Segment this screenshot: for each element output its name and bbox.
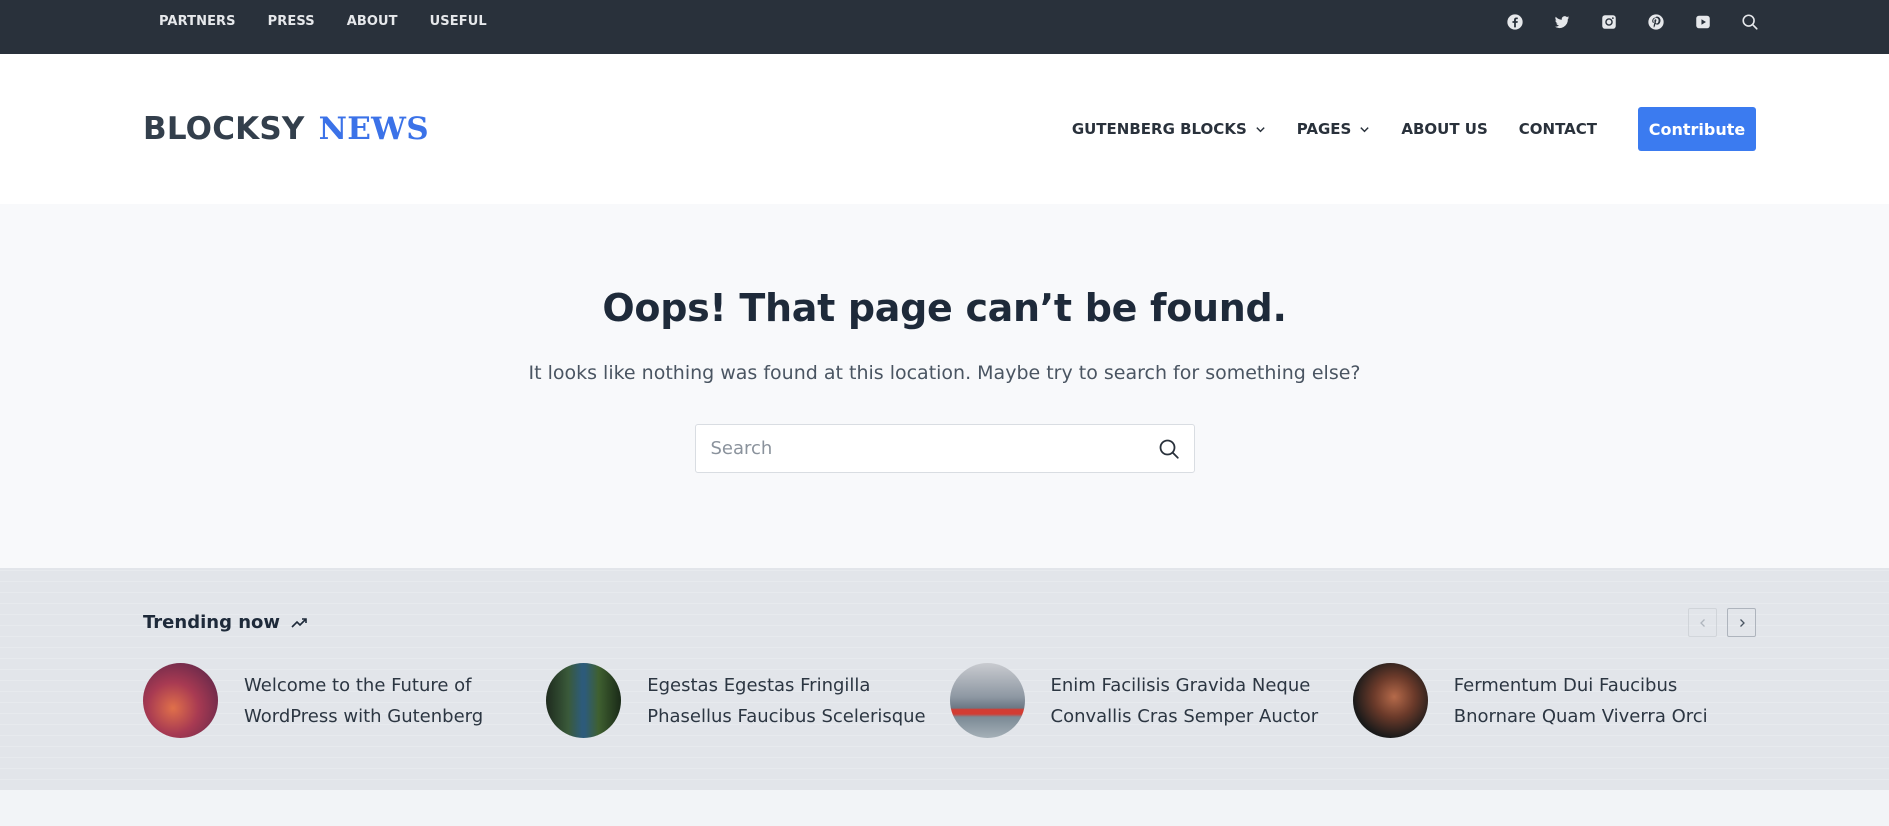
chevron-down-icon [1255,124,1266,135]
search-form [694,424,1195,473]
nav-item-label: GUTENBERG BLOCKS [1071,120,1247,138]
trending-up-icon [290,614,308,632]
trending-title-line: WordPress with Gutenberg [244,705,484,727]
trending-title-line: Enim Facilisis Gravida Neque [1050,674,1311,696]
pinterest-icon[interactable] [1647,13,1665,31]
nav-item-label: PAGES [1296,120,1352,138]
contribute-button[interactable]: Contribute [1638,107,1756,151]
nav-item-contact[interactable]: CONTACT [1519,120,1597,138]
instagram-icon[interactable] [1600,13,1618,31]
not-found-message: It looks like nothing was found at this … [528,362,1361,384]
top-nav-useful[interactable]: USEFUL [430,0,487,44]
trending-item[interactable]: Fermentum Dui Faucibus Bnornare Quam Viv… [1352,663,1756,738]
top-nav-partners[interactable]: PARTNERS [159,0,236,44]
logo-news: NEWS [318,111,429,147]
trending-title: Trending now [143,612,308,633]
trending-title-line: Fermentum Dui Faucibus [1453,674,1678,696]
trending-item-title[interactable]: Egestas Egestas Fringilla Phasellus Fauc… [647,670,925,732]
nav-item-about-us[interactable]: ABOUT US [1401,120,1487,138]
carousel-controls [1688,608,1756,637]
trending-title-text: Trending now [143,612,281,633]
logo-blocksy: BLOCKSY [143,111,305,147]
trending-item-title[interactable]: Welcome to the Future of WordPress with … [244,670,483,732]
nav-item-label: ABOUT US [1401,120,1488,138]
trending-title-line: Welcome to the Future of [244,674,472,696]
trending-title-line: Convallis Cras Semper Auctor [1050,705,1319,727]
trending-item[interactable]: Egestas Egestas Fringilla Phasellus Fauc… [546,663,949,738]
nav-item-label: CONTACT [1518,120,1597,138]
trending-thumbnail[interactable] [546,663,622,738]
nav-item-gutenberg-blocks[interactable]: GUTENBERG BLOCKS [1072,120,1266,138]
facebook-icon[interactable] [1506,13,1524,31]
trending-title-line: Phasellus Faucibus Scelerisque [647,705,926,727]
trending-title-line: Bnornare Quam Viverra Orci [1453,705,1708,727]
chevron-left-icon [1699,618,1705,627]
not-found-section: Oops! That page can’t be found. It looks… [0,204,1889,568]
trending-thumbnail[interactable] [143,663,218,738]
trending-thumbnail[interactable] [949,663,1025,738]
twitter-icon[interactable] [1553,13,1571,31]
search-icon[interactable] [1741,13,1759,31]
page-title: Oops! That page can’t be found. [602,286,1287,330]
search-icon[interactable] [1158,438,1180,460]
trending-list: Welcome to the Future of WordPress with … [143,663,1756,738]
trending-item[interactable]: Welcome to the Future of WordPress with … [143,663,546,738]
trending-item-title[interactable]: Enim Facilisis Gravida Neque Convallis C… [1051,670,1319,732]
chevron-right-icon [1739,618,1745,627]
trending-thumbnail[interactable] [1352,663,1428,738]
trending-section: Trending now Welcome to the Future of Wo… [0,568,1889,790]
social-links [1477,0,1759,54]
top-bar: PARTNERS PRESS ABOUT USEFUL [0,0,1889,54]
youtube-icon[interactable] [1694,13,1712,31]
top-nav-press[interactable]: PRESS [268,0,315,44]
search-input[interactable] [710,438,1111,459]
top-nav-about[interactable]: ABOUT [347,0,398,44]
carousel-next-button[interactable] [1727,608,1756,637]
chevron-down-icon [1359,124,1370,135]
carousel-prev-button[interactable] [1688,608,1717,637]
site-header: BLOCKSY NEWS GUTENBERG BLOCKS PAGES ABOU… [0,54,1889,204]
top-nav: PARTNERS PRESS ABOUT USEFUL [159,0,519,54]
trending-header: Trending now [143,568,1756,637]
trending-title-line: Egestas Egestas Fringilla [647,674,871,696]
site-logo[interactable]: BLOCKSY NEWS [143,111,429,147]
nav-item-pages[interactable]: PAGES [1297,120,1371,138]
trending-item-title[interactable]: Fermentum Dui Faucibus Bnornare Quam Viv… [1454,670,1708,732]
trending-item[interactable]: Enim Facilisis Gravida Neque Convallis C… [949,663,1353,738]
main-nav: GUTENBERG BLOCKS PAGES ABOUT US CONTACT … [1041,107,1756,151]
